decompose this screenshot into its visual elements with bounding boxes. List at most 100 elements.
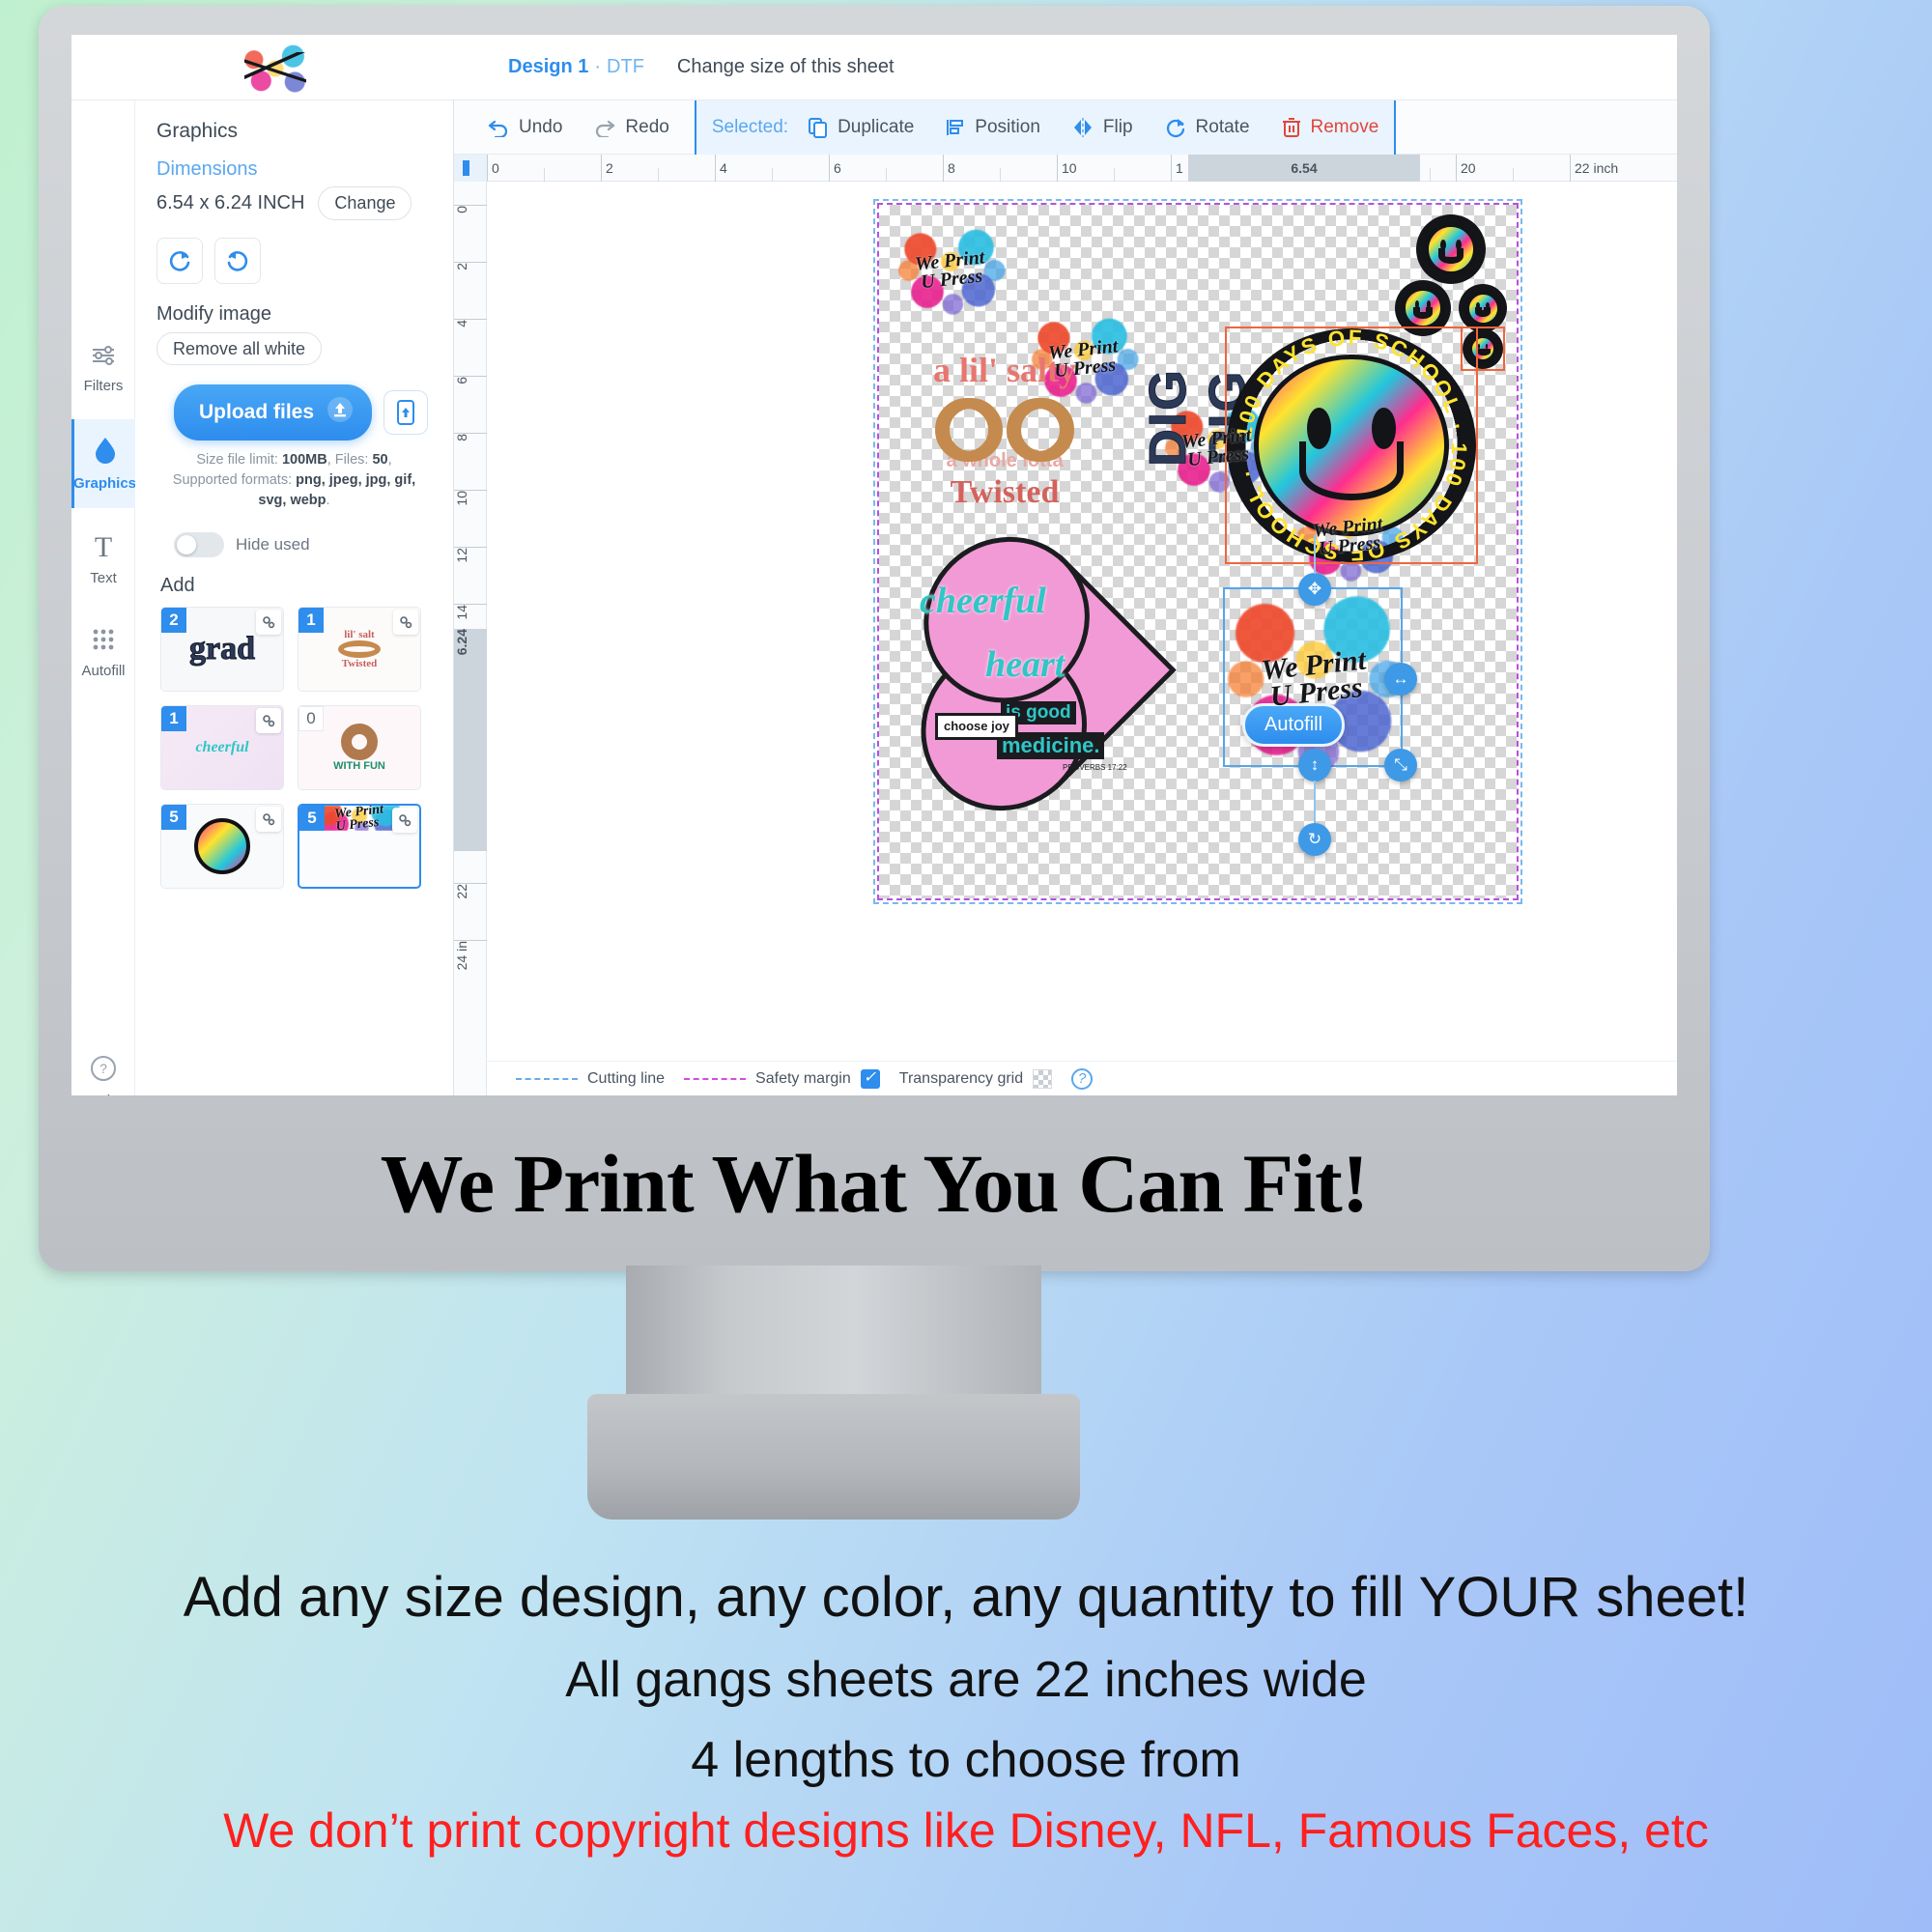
flip-label: Flip	[1102, 116, 1133, 137]
legend-transparency-grid: Transparency grid	[898, 1068, 1053, 1089]
redo-label: Redo	[625, 116, 669, 137]
hide-used-toggle[interactable]	[174, 532, 224, 558]
remove-button[interactable]: Remove	[1265, 117, 1395, 138]
gear-icon[interactable]	[256, 610, 281, 636]
smiley-face	[1401, 286, 1445, 330]
thumbnail-grad[interactable]: 2 grad	[160, 607, 284, 693]
safety-margin-swatch	[684, 1077, 747, 1080]
monitor-stand-base	[587, 1394, 1080, 1520]
thumbnail-lil-salty[interactable]: 1 lil' salt Twisted	[298, 607, 421, 693]
gear-icon[interactable]	[392, 808, 417, 834]
thumbnail-badge: 1	[298, 608, 324, 634]
change-dimensions-button[interactable]: Change	[318, 186, 412, 220]
thumbnail-we-print-u-press[interactable]: 5 We Print U Press	[298, 804, 421, 890]
ruler-tick: 20	[1456, 155, 1476, 182]
sliders-icon	[90, 344, 117, 372]
heart-word: heart	[985, 644, 1065, 685]
sidebar-item-graphics[interactable]: Graphics	[71, 419, 136, 508]
heart-verse: PROVERBS 17:22	[1063, 763, 1127, 772]
ruler-corner	[454, 155, 487, 182]
artwork-smiley-small-1[interactable]	[1416, 214, 1486, 284]
gear-icon[interactable]	[393, 610, 418, 636]
artwork-cheerful-heart[interactable]: cheerful heart is good medicine. choose …	[893, 543, 1184, 813]
ruler-unit-label: 22 inch	[1570, 155, 1618, 182]
ruler-tick: 22	[454, 883, 487, 903]
left-rail: Filters Graphics T Text Autofill ?	[71, 100, 136, 1095]
smiley-face	[1463, 289, 1502, 327]
duplicate-button[interactable]: Duplicate	[792, 117, 929, 138]
flip-button[interactable]: Flip	[1056, 117, 1149, 138]
ruler-tick: 4	[715, 155, 727, 182]
cheerful-word: cheerful	[920, 581, 1046, 621]
transparency-grid-label: Transparency grid	[898, 1069, 1024, 1087]
ruler-minor-tick	[658, 168, 659, 182]
horizontal-ruler: 0 2 4 6 8 10 1 6.54 20 22 inch	[487, 155, 1677, 182]
canvas-toolbar: Undo Redo Selected: Duplicate Position F…	[454, 99, 1677, 155]
move-icon[interactable]: ✥	[1298, 573, 1331, 606]
sidebar-item-autofill[interactable]: Autofill	[71, 609, 135, 697]
undo-button[interactable]: Undo	[471, 117, 578, 138]
ruler-tick: 10	[1057, 155, 1077, 182]
selected-artwork-we-print-u-press[interactable]: We Print U Press Autofill ✥ ↔ ↕ ⤡ ↻	[1223, 535, 1417, 856]
sidebar-item-text[interactable]: T Text	[71, 514, 135, 603]
rotate-button[interactable]: Rotate	[1149, 117, 1265, 138]
position-button[interactable]: Position	[929, 117, 1056, 138]
legend-cutting-line: Cutting line	[516, 1070, 665, 1088]
ruler-tick: 2	[454, 262, 487, 274]
sidebar-item-filters[interactable]: Filters	[71, 325, 135, 413]
sidebar-item-filters-label: Filters	[83, 378, 124, 394]
limit-size: 100MB	[281, 452, 327, 468]
limit-files: 50	[372, 452, 388, 468]
remove-all-white-button[interactable]: Remove all white	[156, 332, 323, 365]
design-sheet[interactable]: We Print U Press We Print U Press We Print…	[873, 199, 1522, 904]
design-title[interactable]: Design 1	[508, 56, 588, 78]
upload-files-label: Upload files	[199, 401, 315, 423]
brand-logo	[231, 41, 320, 97]
design-type: DTF	[607, 56, 644, 77]
sidebar-item-help[interactable]: ? Help	[71, 1037, 135, 1095]
rotate-ccw-button[interactable]	[214, 238, 261, 284]
ruler-tick: 6	[829, 155, 841, 182]
artwork-we-print-u-press-1[interactable]: We Print U Press	[893, 226, 1009, 315]
vertical-ruler: 0 2 4 6 8 10 12 14 6.24 22 24 in	[454, 182, 487, 1095]
gear-icon[interactable]	[256, 807, 281, 833]
position-label: Position	[975, 116, 1040, 137]
resize-vertical-icon[interactable]: ↕	[1298, 749, 1331, 781]
artwork-dig-pig[interactable]: DIG PIG	[1139, 321, 1258, 514]
gear-icon[interactable]	[256, 708, 281, 734]
dimensions-label[interactable]: Dimensions	[156, 158, 432, 181]
grid-dots-icon	[91, 627, 116, 657]
ruler-tick: 1	[1171, 155, 1183, 182]
thumbnail-sprinkled-with-fun[interactable]: 0 WITH FUN	[298, 705, 421, 791]
rotate-handle-icon[interactable]: ↻	[1298, 823, 1331, 856]
change-sheet-size-link[interactable]: Change size of this sheet	[677, 56, 895, 78]
hide-used-row: Hide used	[174, 532, 432, 558]
thumbnail-100-days-smiley[interactable]: 5	[160, 804, 284, 890]
question-mark-icon[interactable]: ?	[1071, 1067, 1094, 1090]
artwork-smiley-small-3[interactable]	[1459, 284, 1507, 332]
marketing-line-4: We don’t print copyright designs like Di…	[223, 1803, 1709, 1858]
selection-toolbar-group: Selected: Duplicate Position Flip Rotate…	[694, 99, 1397, 155]
redo-button[interactable]: Redo	[578, 117, 684, 138]
upload-files-button[interactable]: Upload files	[174, 384, 373, 440]
ruler-unit-label: 24 in	[454, 940, 487, 974]
thumbnail-cheerful-heart[interactable]: 1 cheerful	[160, 705, 284, 791]
question-mark-icon: ?	[90, 1055, 117, 1087]
safety-margin-checkbox[interactable]	[860, 1067, 880, 1089]
thumbnail-badge: 5	[161, 805, 186, 831]
resize-horizontal-icon[interactable]: ↔	[1384, 663, 1417, 696]
ruler-minor-tick	[1513, 168, 1514, 182]
marketing-copy: Add any size design, any color, any quan…	[0, 1565, 1932, 1859]
design-separator: ·	[594, 56, 602, 77]
rotate-buttons	[156, 238, 432, 284]
limit-prefix: Size file limit:	[196, 452, 282, 468]
device-upload-button[interactable]	[384, 390, 429, 435]
ruler-tick: 0	[487, 155, 499, 182]
cutting-line-swatch	[516, 1077, 578, 1080]
rotate-cw-button[interactable]	[156, 238, 203, 284]
checker-icon[interactable]	[1033, 1068, 1053, 1089]
resize-diagonal-icon[interactable]: ⤡	[1384, 749, 1417, 781]
ruler-tick: 0	[454, 205, 487, 217]
thumbnail-grid: 2 grad 1 lil' salt Twisted 1 cheerful 0 …	[160, 607, 432, 890]
salty-line-3: Twisted	[950, 473, 1060, 510]
